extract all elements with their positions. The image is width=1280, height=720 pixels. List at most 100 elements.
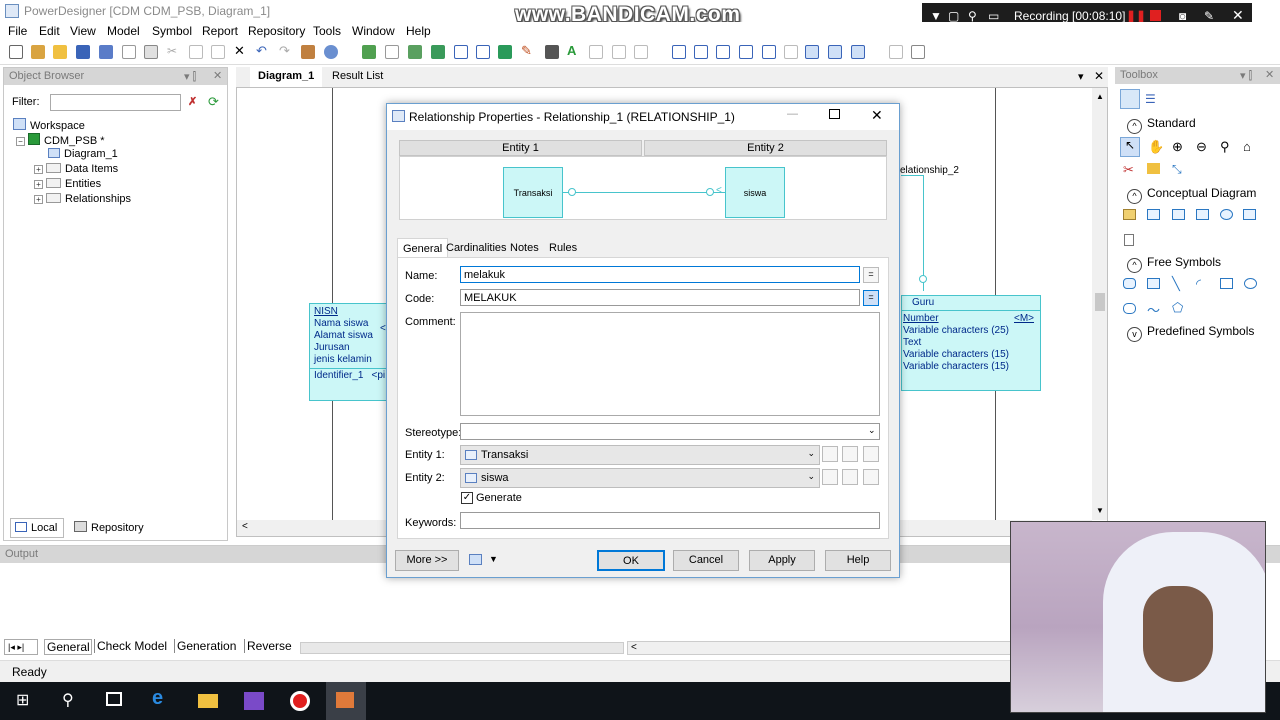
tree-workspace[interactable]: Workspace: [13, 118, 85, 132]
zoom-out-tool-icon[interactable]: ⊖: [1196, 139, 1207, 155]
link-icon[interactable]: [589, 45, 603, 59]
toolbox-section-conceptual[interactable]: ^ Conceptual Diagram: [1127, 186, 1256, 204]
copy-icon[interactable]: [189, 45, 203, 59]
entity2-select-button[interactable]: [842, 469, 858, 485]
toolbox-section-predefined[interactable]: v Predefined Symbols: [1127, 324, 1254, 342]
paste-icon[interactable]: [211, 45, 225, 59]
list-view-icon[interactable]: ☰: [1145, 92, 1156, 106]
open-icon[interactable]: [53, 45, 67, 59]
link-tool-icon[interactable]: ⤡: [1172, 162, 1182, 177]
bandicam-icon[interactable]: [290, 691, 310, 711]
output-tab-generation[interactable]: Generation: [174, 639, 242, 653]
toolbox-close-icon[interactable]: ✕: [1265, 68, 1274, 81]
output-tab-check-model[interactable]: Check Model: [94, 639, 172, 653]
more-button[interactable]: More >>: [395, 550, 459, 571]
grabber-tool-icon[interactable]: ✋: [1148, 139, 1164, 155]
entity2-select[interactable]: siswa ⌄: [460, 468, 820, 488]
tree-model[interactable]: − CDM_PSB *: [16, 133, 105, 147]
delete-icon[interactable]: ✕: [234, 43, 248, 58]
icon-view-icon[interactable]: [1120, 89, 1140, 109]
tree-relationships[interactable]: + Relationships: [34, 193, 131, 205]
generate-icon[interactable]: [385, 45, 399, 59]
dialog-tab-notes[interactable]: Notes: [505, 238, 544, 258]
save-all-icon[interactable]: [99, 45, 113, 59]
pointer-tool-icon[interactable]: ↖: [1120, 137, 1140, 157]
entity-tool-icon[interactable]: [1147, 209, 1160, 220]
rounded-rect-symbol-icon[interactable]: [1123, 303, 1136, 314]
menu-repository[interactable]: Repository: [248, 24, 305, 38]
align-top-icon[interactable]: [739, 45, 753, 59]
menu-tools[interactable]: Tools: [313, 24, 341, 38]
report-icon[interactable]: [454, 45, 468, 59]
search-icon[interactable]: ⚲: [968, 9, 977, 23]
maximize-icon[interactable]: [829, 109, 840, 119]
align-left-icon[interactable]: [672, 45, 686, 59]
pen-icon[interactable]: ✎: [521, 43, 535, 58]
tree-data-items[interactable]: + Data Items: [34, 163, 118, 175]
edge-icon[interactable]: e: [152, 687, 172, 709]
shape-icon[interactable]: [476, 45, 490, 59]
menu-edit[interactable]: Edit: [39, 24, 60, 38]
zoom-in-tool-icon[interactable]: ⊕: [1172, 139, 1183, 155]
zoom-fit-icon[interactable]: [805, 45, 819, 59]
polyline-symbol-icon[interactable]: 〜: [1147, 300, 1160, 319]
panel-menu-icon[interactable]: ▾ ⫿: [184, 70, 196, 84]
entity1-properties-button[interactable]: [863, 446, 879, 462]
menu-window[interactable]: Window: [352, 24, 395, 38]
menu-help[interactable]: Help: [406, 24, 431, 38]
export-icon[interactable]: [889, 45, 903, 59]
scroll-left-icon[interactable]: <: [242, 521, 248, 532]
comment-textarea[interactable]: [460, 312, 880, 416]
toolbox-menu-icon[interactable]: ▾ ⫿: [1240, 69, 1252, 83]
repository-tab[interactable]: Repository: [70, 518, 148, 538]
pencil-icon[interactable]: ✎: [1204, 9, 1214, 23]
scroll-up-icon[interactable]: ▲: [1096, 92, 1104, 101]
tab-close-icon[interactable]: ✕: [1094, 69, 1104, 83]
menu-view[interactable]: View: [70, 24, 96, 38]
clear-filter-icon[interactable]: ✗: [188, 95, 197, 108]
output-tab-nav-icon[interactable]: |◂ ▸|: [4, 639, 38, 655]
search-taskbar-icon[interactable]: ⚲: [62, 690, 82, 709]
visual-studio-icon[interactable]: [244, 692, 264, 710]
local-tab[interactable]: Local: [10, 518, 64, 538]
tab-diagram-1[interactable]: Diagram_1: [250, 67, 323, 87]
align-bottom-icon[interactable]: [762, 45, 776, 59]
tool-icon[interactable]: [545, 45, 559, 59]
text-tool-icon[interactable]: A: [567, 43, 581, 58]
tab-result-list[interactable]: Result List: [330, 67, 385, 87]
new-project-icon[interactable]: [31, 45, 45, 59]
forward-icon[interactable]: [634, 45, 648, 59]
apply-button[interactable]: Apply: [749, 550, 815, 571]
entity2-create-button[interactable]: [822, 469, 838, 485]
scroll-thumb[interactable]: [1095, 293, 1105, 311]
dialog-tab-rules[interactable]: Rules: [544, 238, 582, 258]
association-link-tool-icon[interactable]: [1220, 209, 1233, 220]
print-diagram-icon[interactable]: [911, 45, 925, 59]
undo-icon[interactable]: ↶: [256, 43, 270, 58]
tab-menu-icon[interactable]: ▾: [1078, 70, 1084, 83]
group-icon[interactable]: [784, 45, 798, 59]
file-explorer-icon[interactable]: [198, 694, 218, 708]
name-code-sync-button[interactable]: =: [863, 267, 879, 283]
save-icon[interactable]: [76, 45, 90, 59]
redo-icon[interactable]: ↷: [279, 43, 293, 58]
output-tab-general[interactable]: General: [44, 639, 92, 655]
output-tab-scrollbar[interactable]: [300, 642, 624, 654]
align-right-icon[interactable]: [716, 45, 730, 59]
entity1-select-button[interactable]: [842, 446, 858, 462]
menu-file[interactable]: File: [8, 24, 27, 38]
entity2-properties-button[interactable]: [863, 469, 879, 485]
arc-symbol-icon[interactable]: ◜: [1196, 276, 1201, 292]
layout-icon[interactable]: [851, 45, 865, 59]
toolbox-section-free-symbols[interactable]: ^ Free Symbols: [1127, 255, 1221, 273]
properties-tool-icon[interactable]: ⌂: [1243, 139, 1251, 154]
find-icon[interactable]: [324, 45, 338, 59]
name-input[interactable]: melakuk: [460, 266, 860, 283]
stereotype-chevron-down-icon[interactable]: ⌄: [868, 425, 876, 436]
print-dropdown-icon[interactable]: ▼: [489, 554, 498, 564]
generate-checkbox[interactable]: ✓: [461, 492, 473, 504]
relationship-tool-icon[interactable]: [1172, 209, 1185, 220]
tree-diagram[interactable]: Diagram_1: [48, 148, 118, 160]
refresh-icon[interactable]: ⟳: [208, 94, 219, 110]
align-center-icon[interactable]: [694, 45, 708, 59]
